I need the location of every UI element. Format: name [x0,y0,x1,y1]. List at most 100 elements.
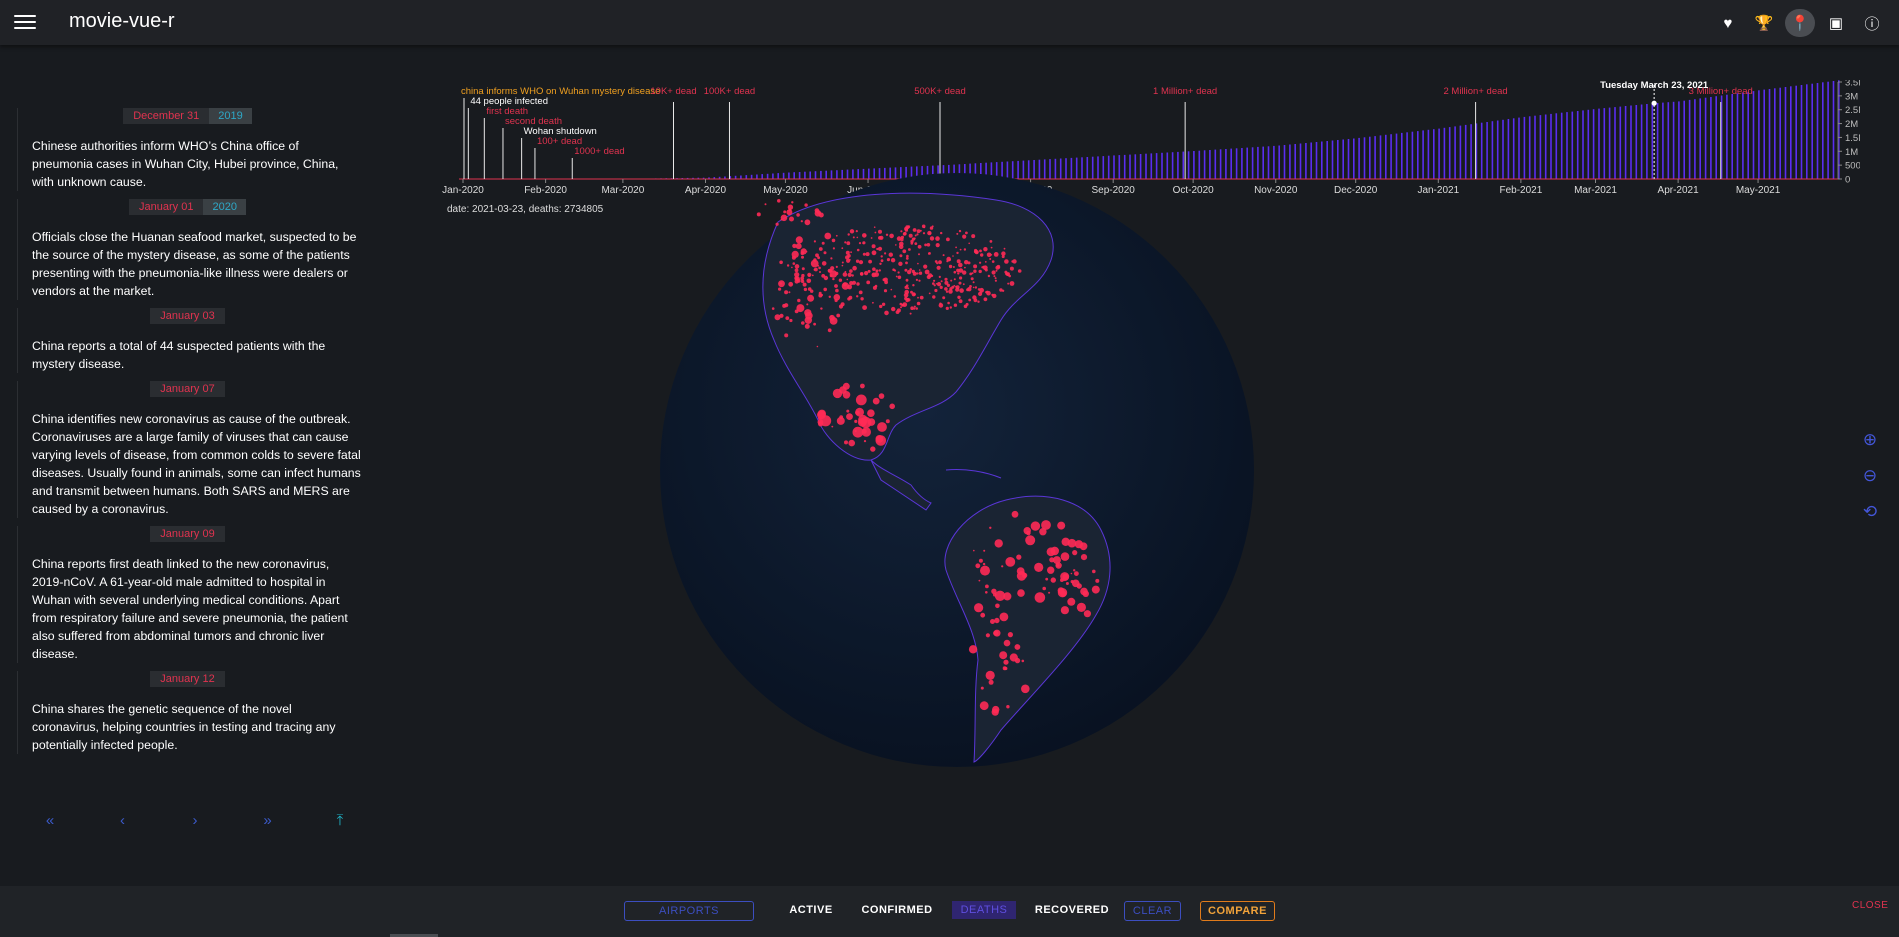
confirmed-filter-button[interactable]: CONFIRMED [859,901,935,919]
case-marker [871,250,877,256]
case-marker [980,686,984,690]
zoom-out-icon[interactable]: ⊖ [1855,461,1885,491]
case-marker [796,213,800,217]
first-page-button[interactable]: « [30,812,70,829]
deaths-bar [1299,143,1302,179]
prev-page-button[interactable]: ‹ [103,812,143,829]
case-marker [804,219,811,226]
case-marker [956,232,959,235]
deaths-bar [1395,133,1398,179]
recovered-filter-button[interactable]: RECOVERED [1035,901,1109,919]
case-marker [965,231,968,235]
annotation-label: 100K+ dead [704,86,756,97]
case-marker [789,216,794,222]
case-marker [820,307,823,310]
case-marker [904,268,908,272]
annotation-label: 1 Million+ dead [1153,86,1217,97]
airports-button[interactable]: AIRPORTS [624,901,754,921]
case-marker [890,288,893,291]
case-marker [893,295,897,298]
case-marker [945,306,949,310]
case-marker [926,243,931,247]
event-text: Officials close the Huanan seafood marke… [32,230,357,298]
case-marker [972,286,975,289]
case-marker [1011,510,1019,518]
case-marker [849,229,855,234]
case-marker [900,230,903,233]
case-marker [875,270,878,273]
last-page-button[interactable]: » [248,812,288,829]
case-marker [1014,644,1021,650]
case-marker [832,388,843,399]
deaths-bar [1699,98,1701,179]
case-marker [827,328,832,333]
case-marker [804,323,810,329]
zoom-in-icon[interactable]: ⊕ [1855,425,1885,455]
case-marker [1061,537,1070,546]
box-icon[interactable]: ▣ [1821,9,1851,37]
case-marker [1030,521,1041,531]
deaths-bar [1619,106,1622,179]
case-marker [756,212,761,217]
close-button[interactable]: CLOSE [1852,900,1888,911]
deaths-bar [1464,124,1467,179]
case-marker [867,409,875,417]
info-icon[interactable]: ⓘ [1857,9,1887,37]
deaths-bar [1512,118,1515,179]
case-marker [944,287,948,291]
case-marker [803,287,808,292]
trophy-icon[interactable]: 🏆 [1749,9,1779,37]
case-marker [999,651,1008,660]
case-marker [956,259,961,264]
case-marker [800,276,805,281]
case-marker [888,252,893,257]
case-marker [847,233,850,236]
case-marker [858,242,862,245]
y-tick-label: 3.5M [1845,80,1860,89]
deaths-bar [1427,129,1430,179]
case-marker [807,294,815,302]
case-marker [791,201,794,204]
deaths-filter-button[interactable]: DEATHS [952,901,1016,919]
case-marker [959,248,962,251]
case-marker [875,435,887,446]
case-marker [895,244,897,246]
deaths-bar [1390,134,1392,179]
case-marker [1071,579,1080,588]
case-marker [965,302,969,306]
deaths-bar [1806,84,1808,179]
clear-button[interactable]: CLEAR [1124,901,1181,921]
deaths-bar [1827,81,1829,179]
rotate-icon[interactable]: ⟲ [1855,497,1885,527]
next-page-button[interactable]: › [175,812,215,829]
case-marker [968,298,972,302]
menu-icon[interactable] [14,12,36,32]
deaths-bar [1331,140,1334,179]
deaths-bar [1811,83,1813,179]
active-filter-button[interactable]: ACTIVE [786,901,836,919]
deaths-bar [1667,102,1670,179]
case-marker [858,290,863,295]
event-item: January 01 2020 Officials close the Huana… [17,199,357,300]
compare-button[interactable]: COMPARE [1200,901,1275,921]
case-marker [935,243,940,248]
case-marker [1016,554,1022,560]
deaths-bar [1539,115,1542,179]
case-marker [795,276,800,282]
heart-icon[interactable]: ♥ [1713,9,1743,37]
world-globe-map[interactable] [656,170,1258,770]
case-marker [835,265,838,268]
y-tick-label: 2M [1845,119,1858,130]
case-marker [991,260,995,263]
case-marker [848,439,855,447]
scroll-top-button[interactable]: ⤒ [320,812,360,829]
deaths-bar [1555,113,1558,179]
case-marker [936,262,939,265]
deaths-bar [1571,111,1574,179]
case-marker [831,238,836,243]
map-pin-icon[interactable]: 📍 [1785,9,1815,37]
deaths-bar [1550,113,1552,179]
deaths-bar [1784,87,1787,179]
case-marker [988,679,994,685]
case-marker [985,633,990,638]
